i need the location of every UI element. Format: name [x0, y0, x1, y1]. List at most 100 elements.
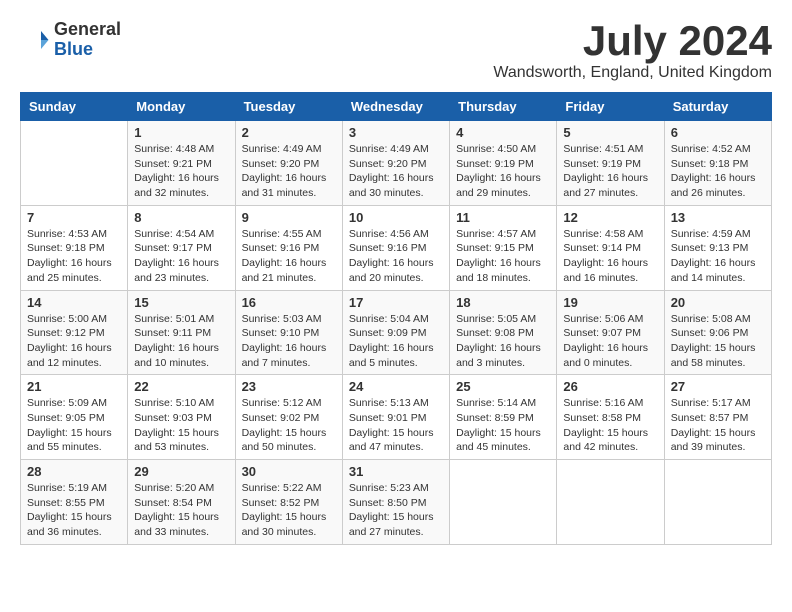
- day-number: 20: [671, 295, 765, 310]
- calendar-cell: 8 Sunrise: 4:54 AM Sunset: 9:17 PM Daylig…: [128, 205, 235, 290]
- calendar-cell: 6Sunrise: 4:52 AM Sunset: 9:18 PM Daylig…: [664, 121, 771, 206]
- calendar-cell: 3 Sunrise: 4:49 AM Sunset: 9:20 PM Daylig…: [342, 121, 449, 206]
- calendar-cell: 22 Sunrise: 5:10 AM Sunset: 9:03 PM Dayli…: [128, 375, 235, 460]
- calendar-cell: 18 Sunrise: 5:05 AM Sunset: 9:08 PM Dayli…: [450, 290, 557, 375]
- calendar-cell: 27Sunrise: 5:17 AM Sunset: 8:57 PM Dayli…: [664, 375, 771, 460]
- calendar-week-4: 21 Sunrise: 5:09 AM Sunset: 9:05 PM Dayli…: [21, 375, 772, 460]
- calendar-cell: 21 Sunrise: 5:09 AM Sunset: 9:05 PM Dayli…: [21, 375, 128, 460]
- day-info: Sunrise: 4:49 AM Sunset: 9:20 PM Dayligh…: [349, 142, 443, 201]
- day-info: Sunrise: 5:03 AM Sunset: 9:10 PM Dayligh…: [242, 312, 336, 371]
- day-info: Sunrise: 5:06 AM Sunset: 9:07 PM Dayligh…: [563, 312, 657, 371]
- day-info: Sunrise: 4:59 AM Sunset: 9:13 PM Dayligh…: [671, 227, 765, 286]
- day-number: 29: [134, 464, 228, 479]
- day-number: 22: [134, 379, 228, 394]
- month-title: July 2024: [493, 20, 772, 62]
- day-info: Sunrise: 4:50 AM Sunset: 9:19 PM Dayligh…: [456, 142, 550, 201]
- calendar-cell: [664, 460, 771, 545]
- calendar-cell: 23 Sunrise: 5:12 AM Sunset: 9:02 PM Dayli…: [235, 375, 342, 460]
- calendar-cell: 31Sunrise: 5:23 AM Sunset: 8:50 PM Dayli…: [342, 460, 449, 545]
- day-info: Sunrise: 5:08 AM Sunset: 9:06 PM Dayligh…: [671, 312, 765, 371]
- day-info: Sunrise: 5:05 AM Sunset: 9:08 PM Dayligh…: [456, 312, 550, 371]
- calendar-cell: 19 Sunrise: 5:06 AM Sunset: 9:07 PM Dayli…: [557, 290, 664, 375]
- location-title: Wandsworth, England, United Kingdom: [493, 64, 772, 82]
- column-header-saturday: Saturday: [664, 93, 771, 121]
- calendar-cell: 29 Sunrise: 5:20 AM Sunset: 8:54 PM Dayli…: [128, 460, 235, 545]
- day-info: Sunrise: 5:13 AM Sunset: 9:01 PM Dayligh…: [349, 396, 443, 455]
- day-number: 3: [349, 125, 443, 140]
- calendar-header: SundayMondayTuesdayWednesdayThursdayFrid…: [21, 93, 772, 121]
- column-header-friday: Friday: [557, 93, 664, 121]
- calendar-cell: [21, 121, 128, 206]
- day-info: Sunrise: 4:52 AM Sunset: 9:18 PM Dayligh…: [671, 142, 765, 201]
- day-info: Sunrise: 5:20 AM Sunset: 8:54 PM Dayligh…: [134, 481, 228, 540]
- day-info: Sunrise: 5:12 AM Sunset: 9:02 PM Dayligh…: [242, 396, 336, 455]
- day-number: 19: [563, 295, 657, 310]
- calendar-cell: 4 Sunrise: 4:50 AM Sunset: 9:19 PM Daylig…: [450, 121, 557, 206]
- calendar-week-2: 7 Sunrise: 4:53 AM Sunset: 9:18 PM Daylig…: [21, 205, 772, 290]
- day-info: Sunrise: 4:53 AM Sunset: 9:18 PM Dayligh…: [27, 227, 121, 286]
- day-info: Sunrise: 4:51 AM Sunset: 9:19 PM Dayligh…: [563, 142, 657, 201]
- calendar-cell: 24 Sunrise: 5:13 AM Sunset: 9:01 PM Dayli…: [342, 375, 449, 460]
- day-number: 5: [563, 125, 657, 140]
- calendar-cell: 13 Sunrise: 4:59 AM Sunset: 9:13 PM Dayli…: [664, 205, 771, 290]
- calendar-cell: 1Sunrise: 4:48 AM Sunset: 9:21 PM Daylig…: [128, 121, 235, 206]
- calendar-cell: 2Sunrise: 4:49 AM Sunset: 9:20 PM Daylig…: [235, 121, 342, 206]
- day-number: 21: [27, 379, 121, 394]
- header: General Blue July 2024 Wandsworth, Engla…: [20, 20, 772, 82]
- logo-blue: Blue: [54, 40, 121, 60]
- calendar-cell: 7 Sunrise: 4:53 AM Sunset: 9:18 PM Daylig…: [21, 205, 128, 290]
- calendar-cell: 10 Sunrise: 4:56 AM Sunset: 9:16 PM Dayli…: [342, 205, 449, 290]
- day-number: 23: [242, 379, 336, 394]
- calendar-cell: 14Sunrise: 5:00 AM Sunset: 9:12 PM Dayli…: [21, 290, 128, 375]
- day-number: 9: [242, 210, 336, 225]
- day-info: Sunrise: 5:10 AM Sunset: 9:03 PM Dayligh…: [134, 396, 228, 455]
- day-number: 18: [456, 295, 550, 310]
- calendar-cell: [557, 460, 664, 545]
- logo-icon: [20, 25, 50, 55]
- day-info: Sunrise: 4:48 AM Sunset: 9:21 PM Dayligh…: [134, 142, 228, 201]
- calendar-week-1: 1Sunrise: 4:48 AM Sunset: 9:21 PM Daylig…: [21, 121, 772, 206]
- day-number: 7: [27, 210, 121, 225]
- day-number: 12: [563, 210, 657, 225]
- calendar-cell: 12 Sunrise: 4:58 AM Sunset: 9:14 PM Dayli…: [557, 205, 664, 290]
- calendar-week-3: 14Sunrise: 5:00 AM Sunset: 9:12 PM Dayli…: [21, 290, 772, 375]
- calendar-cell: 17Sunrise: 5:04 AM Sunset: 9:09 PM Dayli…: [342, 290, 449, 375]
- day-info: Sunrise: 5:17 AM Sunset: 8:57 PM Dayligh…: [671, 396, 765, 455]
- day-number: 4: [456, 125, 550, 140]
- day-number: 24: [349, 379, 443, 394]
- day-number: 15: [134, 295, 228, 310]
- day-number: 8: [134, 210, 228, 225]
- day-number: 13: [671, 210, 765, 225]
- calendar-cell: 16 Sunrise: 5:03 AM Sunset: 9:10 PM Dayli…: [235, 290, 342, 375]
- day-number: 30: [242, 464, 336, 479]
- calendar-cell: 30Sunrise: 5:22 AM Sunset: 8:52 PM Dayli…: [235, 460, 342, 545]
- day-number: 10: [349, 210, 443, 225]
- day-info: Sunrise: 5:14 AM Sunset: 8:59 PM Dayligh…: [456, 396, 550, 455]
- day-info: Sunrise: 4:54 AM Sunset: 9:17 PM Dayligh…: [134, 227, 228, 286]
- calendar-cell: [450, 460, 557, 545]
- calendar-cell: 15 Sunrise: 5:01 AM Sunset: 9:11 PM Dayli…: [128, 290, 235, 375]
- day-number: 16: [242, 295, 336, 310]
- day-number: 11: [456, 210, 550, 225]
- day-info: Sunrise: 5:16 AM Sunset: 8:58 PM Dayligh…: [563, 396, 657, 455]
- column-header-tuesday: Tuesday: [235, 93, 342, 121]
- column-header-wednesday: Wednesday: [342, 93, 449, 121]
- column-header-monday: Monday: [128, 93, 235, 121]
- calendar-week-5: 28Sunrise: 5:19 AM Sunset: 8:55 PM Dayli…: [21, 460, 772, 545]
- day-info: Sunrise: 5:00 AM Sunset: 9:12 PM Dayligh…: [27, 312, 121, 371]
- header-row: SundayMondayTuesdayWednesdayThursdayFrid…: [21, 93, 772, 121]
- calendar-table: SundayMondayTuesdayWednesdayThursdayFrid…: [20, 92, 772, 545]
- logo: General Blue: [20, 20, 121, 60]
- logo-general: General: [54, 20, 121, 40]
- day-info: Sunrise: 4:49 AM Sunset: 9:20 PM Dayligh…: [242, 142, 336, 201]
- title-area: July 2024 Wandsworth, England, United Ki…: [493, 20, 772, 82]
- day-info: Sunrise: 4:58 AM Sunset: 9:14 PM Dayligh…: [563, 227, 657, 286]
- day-number: 31: [349, 464, 443, 479]
- calendar-body: 1Sunrise: 4:48 AM Sunset: 9:21 PM Daylig…: [21, 121, 772, 545]
- day-number: 26: [563, 379, 657, 394]
- day-info: Sunrise: 4:56 AM Sunset: 9:16 PM Dayligh…: [349, 227, 443, 286]
- calendar-cell: 25Sunrise: 5:14 AM Sunset: 8:59 PM Dayli…: [450, 375, 557, 460]
- day-info: Sunrise: 5:09 AM Sunset: 9:05 PM Dayligh…: [27, 396, 121, 455]
- calendar-cell: 5 Sunrise: 4:51 AM Sunset: 9:19 PM Daylig…: [557, 121, 664, 206]
- day-info: Sunrise: 5:01 AM Sunset: 9:11 PM Dayligh…: [134, 312, 228, 371]
